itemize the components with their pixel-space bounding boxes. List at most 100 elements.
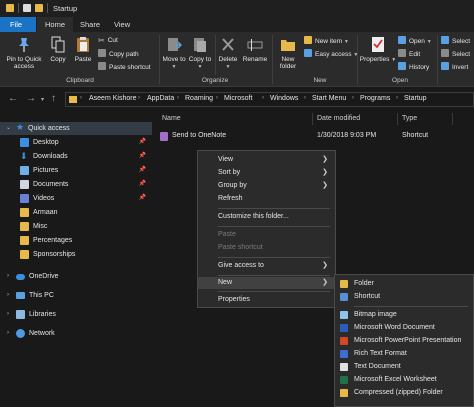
new-folder-icon[interactable] [35, 4, 43, 12]
column-header-date-modified[interactable]: Date modified [317, 115, 360, 122]
chevron-right-icon[interactable]: › [216, 95, 218, 101]
chevron-right-icon[interactable]: › [177, 95, 179, 101]
menu-item-properties[interactable]: Properties [198, 294, 335, 306]
nav-item-network[interactable]: › Network [0, 327, 152, 340]
select-none-button[interactable]: Select [441, 49, 470, 59]
rename-button[interactable]: Rename [242, 36, 268, 63]
open-button[interactable]: Open ▼ [398, 36, 432, 46]
menu-item-customize-folder[interactable]: Customize this folder... [198, 211, 335, 223]
chevron-right-icon: ❯ [322, 279, 328, 286]
address-bar[interactable]: › Aseem Kishore › AppData › Roaming › Mi… [65, 92, 474, 107]
pin-icon[interactable]: 📌 [139, 192, 146, 205]
column-header-name[interactable]: Name [162, 115, 181, 122]
tab-file[interactable]: File [0, 17, 36, 32]
copy-to-button[interactable]: Copy to ▼ [188, 36, 212, 71]
submenu-item-text-document[interactable]: Text Document [335, 361, 473, 373]
menu-item-sort-by[interactable]: Sort by ❯ [198, 167, 335, 179]
paste-shortcut-button[interactable]: Paste shortcut [98, 62, 151, 72]
history-button[interactable]: History [398, 62, 429, 72]
tab-home[interactable]: Home [37, 17, 74, 32]
delete-button[interactable]: Delete ▼ [217, 36, 239, 71]
chevron-right-icon[interactable]: › [80, 95, 82, 101]
column-header-type[interactable]: Type [402, 115, 417, 122]
chevron-right-icon[interactable]: › [7, 327, 9, 340]
edit-button[interactable]: Edit [398, 49, 420, 59]
copy-button[interactable]: Copy [47, 36, 69, 63]
chevron-right-icon[interactable]: › [7, 308, 9, 321]
copy-path-button[interactable]: Copy path [98, 49, 139, 59]
menu-item-group-by[interactable]: Group by ❯ [198, 180, 335, 192]
pin-icon[interactable]: 📌 [139, 136, 146, 149]
menu-item-paste-shortcut: Paste shortcut [218, 244, 263, 251]
submenu-item-shortcut[interactable]: Shortcut [335, 291, 473, 303]
menu-item-view[interactable]: View ❯ [198, 154, 335, 166]
submenu-item-folder[interactable]: Folder [335, 278, 473, 290]
submenu-item-excel-worksheet[interactable]: Microsoft Excel Worksheet [335, 374, 473, 386]
chevron-down-icon[interactable]: ⌄ [6, 122, 11, 135]
breadcrumb-programs[interactable]: Programs [360, 95, 390, 102]
breadcrumb-aseem-kishore[interactable]: Aseem Kishore [89, 95, 136, 102]
nav-item-sponsorships[interactable]: Sponsorships [0, 248, 152, 261]
menu-item-give-access-to[interactable]: Give access to ❯ [198, 260, 335, 272]
chevron-right-icon[interactable]: › [7, 270, 9, 283]
submenu-item-word-document[interactable]: Microsoft Word Document [335, 322, 473, 334]
tab-view[interactable]: View [106, 17, 138, 32]
chevron-right-icon[interactable]: › [304, 95, 306, 101]
onenote-icon [160, 132, 168, 141]
submenu-item-powerpoint-presentation[interactable]: Microsoft PowerPoint Presentation [335, 335, 473, 347]
nav-item-misc[interactable]: Misc [0, 220, 152, 233]
easy-access-icon [304, 49, 312, 57]
nav-item-documents[interactable]: Documents 📌 [0, 178, 152, 191]
nav-item-armaan[interactable]: Armaan [0, 206, 152, 219]
breadcrumb-microsoft[interactable]: Microsoft [224, 95, 252, 102]
breadcrumb-appdata[interactable]: AppData [147, 95, 174, 102]
back-arrow-icon[interactable]: ← [8, 93, 18, 104]
divider[interactable] [397, 113, 398, 125]
breadcrumb-roaming[interactable]: Roaming [185, 95, 213, 102]
chevron-right-icon[interactable]: › [138, 95, 140, 101]
nav-item-downloads[interactable]: ⬇ Downloads 📌 [0, 150, 152, 163]
new-item-button[interactable]: New item ▼ [304, 36, 349, 46]
nav-item-percentages[interactable]: Percentages [0, 234, 152, 247]
submenu-item-compressed-folder[interactable]: Compressed (zipped) Folder [335, 387, 473, 399]
properties-icon[interactable] [23, 4, 31, 12]
breadcrumb-start-menu[interactable]: Start Menu [312, 95, 346, 102]
nav-item-libraries[interactable]: › Libraries [0, 308, 152, 321]
pin-icon[interactable]: 📌 [139, 178, 146, 191]
easy-access-button[interactable]: Easy access ▼ [304, 49, 358, 59]
submenu-item-rich-text-format[interactable]: Rich Text Format [335, 348, 473, 360]
up-arrow-icon[interactable]: ↑ [51, 93, 56, 104]
chevron-right-icon[interactable]: › [352, 95, 354, 101]
forward-arrow-icon[interactable]: → [26, 93, 36, 104]
nav-item-quick-access[interactable]: ⌄ ★ Quick access [0, 122, 152, 135]
nav-item-desktop[interactable]: Desktop 📌 [0, 136, 152, 149]
recent-locations-chevron-icon[interactable]: ▾ [41, 96, 44, 103]
nav-item-onedrive[interactable]: › OneDrive [0, 270, 152, 283]
pin-icon[interactable]: 📌 [139, 150, 146, 163]
divider[interactable] [452, 113, 453, 125]
breadcrumb-windows[interactable]: Windows [270, 95, 298, 102]
breadcrumb-startup[interactable]: Startup [404, 95, 427, 102]
nav-item-this-pc[interactable]: › This PC [0, 289, 152, 302]
invert-selection-button[interactable]: Invert [441, 62, 468, 72]
chevron-right-icon[interactable]: › [262, 95, 264, 101]
menu-item-refresh[interactable]: Refresh [198, 193, 335, 205]
paste-button[interactable]: Paste [72, 36, 94, 63]
menu-item-new[interactable]: New ❯ [198, 277, 335, 289]
pin-to-quick-access-button[interactable]: Pin to Quick access [4, 36, 44, 70]
new-folder-button[interactable]: New folder [276, 36, 300, 70]
chevron-right-icon[interactable]: › [7, 289, 9, 302]
tab-share[interactable]: Share [72, 17, 108, 32]
move-to-button[interactable]: Move to ▼ [162, 36, 186, 71]
select-all-button[interactable]: Select [441, 36, 470, 46]
chevron-right-icon[interactable]: › [396, 95, 398, 101]
zip-folder-icon [340, 389, 348, 397]
nav-item-videos[interactable]: Videos 📌 [0, 192, 152, 205]
properties-button[interactable]: Properties ▼ [359, 36, 397, 64]
divider[interactable] [312, 113, 313, 125]
pin-icon[interactable]: 📌 [139, 164, 146, 177]
nav-item-pictures[interactable]: Pictures 📌 [0, 164, 152, 177]
cut-button[interactable]: ✂ Cut [98, 36, 118, 46]
shortcut-icon [340, 293, 348, 301]
submenu-item-bitmap-image[interactable]: Bitmap image [335, 309, 473, 321]
